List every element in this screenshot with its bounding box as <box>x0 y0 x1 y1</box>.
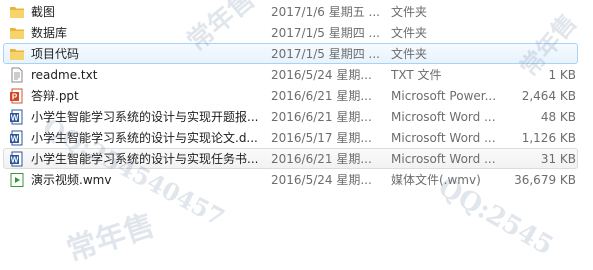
svg-text:W: W <box>11 135 19 144</box>
watermark-text: 常年售 <box>62 207 159 269</box>
file-row-database[interactable]: 数据库 2017/1/5 星期四 ... 文件夹 <box>3 22 578 43</box>
txt-file-icon <box>11 67 23 83</box>
file-name: 项目代码 <box>31 47 80 61</box>
file-date: 2016/6/21 星期... <box>271 89 372 103</box>
file-date: 2016/6/21 星期... <box>271 110 372 124</box>
svg-text:W: W <box>11 156 19 165</box>
word-file-icon: W <box>10 130 23 146</box>
folder-icon <box>10 7 24 18</box>
file-type: Microsoft Word ... <box>391 152 496 166</box>
file-name: 演示视频.wmv <box>31 173 112 187</box>
file-date: 2016/5/24 星期... <box>271 173 372 187</box>
word-file-icon: W <box>10 109 23 125</box>
file-type: 文件夹 <box>391 26 428 40</box>
file-row-proposal-doc[interactable]: W 小学生智能学习系统的设计与实现开题报... 2016/6/21 星期... … <box>3 106 578 127</box>
file-name: 小学生智能学习系统的设计与实现论文.d... <box>31 131 258 145</box>
folder-icon <box>10 49 24 60</box>
file-date: 2017/1/6 星期五 ... <box>271 5 380 19</box>
file-size: 31 KB <box>540 152 576 166</box>
file-size: 1 KB <box>548 68 576 82</box>
file-type: 媒体文件(.wmv) <box>391 173 481 187</box>
file-name: readme.txt <box>31 68 98 82</box>
file-name: 答辩.ppt <box>31 89 79 103</box>
word-file-icon: W <box>10 151 23 167</box>
file-type: TXT 文件 <box>391 68 442 82</box>
file-size: 1,126 KB <box>521 131 576 145</box>
video-file-icon <box>10 173 24 187</box>
file-date: 2016/6/21 星期... <box>271 152 372 166</box>
file-date: 2016/5/17 星期... <box>271 131 372 145</box>
file-name: 小学生智能学习系统的设计与实现任务书... <box>31 152 259 166</box>
file-row-thesis-doc[interactable]: W 小学生智能学习系统的设计与实现论文.d... 2016/5/17 星期...… <box>3 127 578 148</box>
file-name: 截图 <box>31 5 56 19</box>
file-row-task-doc[interactable]: W 小学生智能学习系统的设计与实现任务书... 2016/6/21 星期... … <box>3 148 578 169</box>
file-row-defense-ppt[interactable]: P 答辩.ppt 2016/6/21 星期... Microsoft Power… <box>3 85 578 106</box>
svg-text:P: P <box>12 93 18 102</box>
file-type: Microsoft Word ... <box>391 110 496 124</box>
file-type: 文件夹 <box>391 47 428 61</box>
file-size: 2,464 KB <box>521 89 576 103</box>
file-date: 2017/1/5 星期四 ... <box>271 26 380 40</box>
file-date: 2016/5/24 星期... <box>271 68 372 82</box>
powerpoint-file-icon: P <box>10 88 23 104</box>
folder-icon <box>10 28 24 39</box>
file-name: 数据库 <box>31 26 68 40</box>
file-date: 2017/1/5 星期四 ... <box>271 47 380 61</box>
file-type: 文件夹 <box>391 5 428 19</box>
file-type: Microsoft Power... <box>391 89 497 103</box>
svg-text:W: W <box>11 114 19 123</box>
file-row-readme[interactable]: readme.txt 2016/5/24 星期... TXT 文件 1 KB <box>3 64 578 85</box>
file-row-demo-video[interactable]: 演示视频.wmv 2016/5/24 星期... 媒体文件(.wmv) 36,6… <box>3 169 578 190</box>
file-row-screenshots[interactable]: 截图 2017/1/6 星期五 ... 文件夹 <box>3 1 578 22</box>
file-row-project-code[interactable]: 项目代码 2017/1/5 星期四 ... 文件夹 <box>3 43 578 64</box>
file-size: 36,679 KB <box>514 173 576 187</box>
file-type: Microsoft Word ... <box>391 131 496 145</box>
file-size: 48 KB <box>540 110 576 124</box>
file-name: 小学生智能学习系统的设计与实现开题报... <box>31 110 259 124</box>
